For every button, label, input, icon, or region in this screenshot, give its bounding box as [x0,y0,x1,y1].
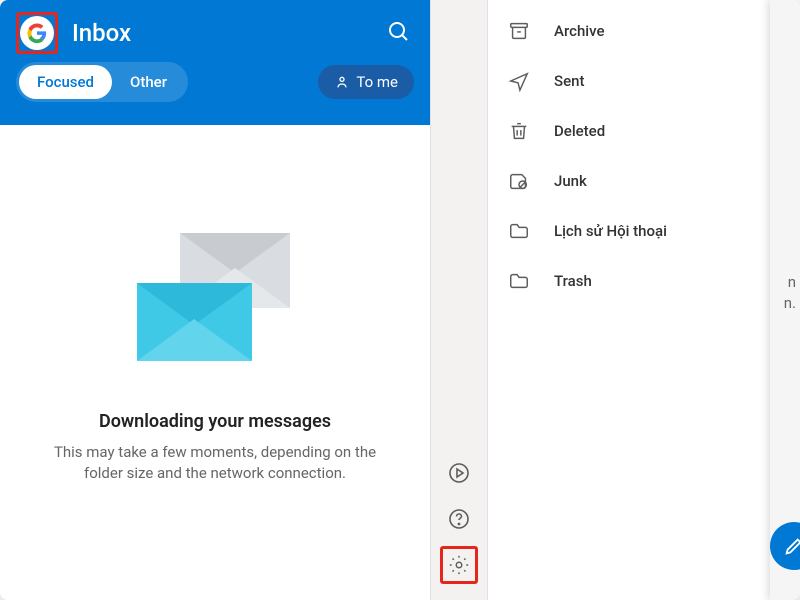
archive-icon [508,20,530,42]
empty-subtitle: This may take a few moments, depending o… [35,442,395,484]
search-icon [386,19,410,43]
side-rail [430,0,488,600]
folder-label: Trash [554,272,592,290]
empty-title: Downloading your messages [99,411,331,432]
envelope-illustration [125,221,305,381]
edit-icon [783,535,800,557]
empty-state: Downloading your messages This may take … [0,125,430,600]
app-root: Inbox Focused Other To me [0,0,800,600]
folder-label: Lịch sử Hội thoại [554,222,667,240]
folder-trash[interactable]: Trash [488,256,800,306]
tab-focused[interactable]: Focused [19,65,112,99]
google-logo-icon [26,22,48,44]
tab-group: Focused Other [16,62,188,102]
folder-label: Archive [554,22,604,40]
person-icon [334,74,350,90]
inbox-panel: Inbox Focused Other To me [0,0,430,600]
settings-button-highlight[interactable] [440,546,478,584]
help-circle-icon [447,507,471,531]
trash-icon [508,120,530,142]
header: Inbox Focused Other To me [0,0,430,125]
to-me-filter[interactable]: To me [318,65,414,99]
search-button[interactable] [386,19,414,47]
compose-fab[interactable] [770,522,800,570]
folder-history[interactable]: Lịch sử Hội thoại [488,206,800,256]
account-avatar-highlight [16,12,58,54]
tab-other[interactable]: Other [112,65,185,99]
folder-sent[interactable]: Sent [488,56,800,106]
sent-icon [508,70,530,92]
folder-archive[interactable]: Archive [488,6,800,56]
folder-icon [508,270,530,292]
account-avatar[interactable] [20,16,54,50]
folder-deleted[interactable]: Deleted [488,106,800,156]
to-me-label: To me [356,73,398,91]
folder-label: Deleted [554,122,605,140]
folder-icon [508,220,530,242]
folder-label: Junk [554,172,587,190]
page-title: Inbox [72,19,386,47]
edge-text: n n. [784,272,796,314]
background-screen-edge: n n. [770,0,800,600]
folder-list: Archive Sent Deleted Junk Lịch sử Hội th… [488,0,800,600]
junk-icon [508,170,530,192]
folder-label: Sent [554,72,584,90]
gear-icon [448,554,470,576]
play-button[interactable] [440,454,478,492]
header-top: Inbox [0,0,430,62]
folder-junk[interactable]: Junk [488,156,800,206]
help-button[interactable] [440,500,478,538]
play-circle-icon [447,461,471,485]
filter-tabs: Focused Other To me [0,62,430,116]
